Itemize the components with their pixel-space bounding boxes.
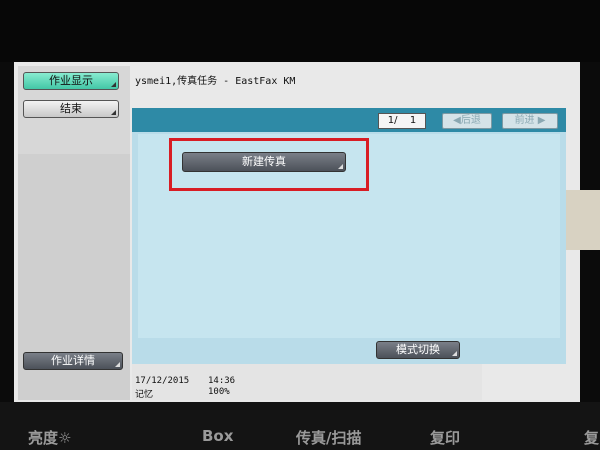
- memory-label: 记忆: [135, 390, 154, 400]
- screen-side-flap: [566, 190, 600, 250]
- status-area: 17/12/2015 14:36 记忆 100%: [132, 364, 482, 400]
- content-header-bar: 1/ 1 ◀后退 前进 ▶: [132, 108, 566, 132]
- sidebar: 作业显示 结束 作业详情: [18, 66, 130, 400]
- end-button[interactable]: 结束: [23, 100, 119, 118]
- job-display-button[interactable]: 作业显示: [23, 72, 119, 90]
- brightness-button[interactable]: 亮度☼: [28, 427, 71, 448]
- window-title: ysmei1,传真任务 - EastFax KM: [135, 76, 296, 87]
- page-current: 1/: [387, 115, 398, 126]
- mode-switch-button[interactable]: 模式切换: [376, 341, 460, 359]
- fax-scan-button[interactable]: 传真/扫描: [296, 427, 361, 448]
- edge-button[interactable]: 复: [584, 427, 600, 448]
- page-total: 1: [409, 115, 417, 126]
- page-indicator: 1/ 1: [378, 113, 426, 129]
- copy-button[interactable]: 复印: [430, 427, 460, 448]
- highlight-annotation-box: [169, 138, 369, 191]
- status-date: 17/12/2015: [135, 376, 190, 386]
- device-bezel-top: [0, 0, 600, 62]
- prev-page-button[interactable]: ◀后退: [442, 113, 492, 129]
- memory-value: 100%: [208, 387, 230, 397]
- job-details-button[interactable]: 作业详情: [23, 352, 123, 370]
- box-button[interactable]: Box: [202, 427, 233, 445]
- next-page-button[interactable]: 前进 ▶: [502, 113, 558, 129]
- hardware-button-bar: 亮度☼ Box 传真/扫描 复印 复: [0, 402, 600, 450]
- status-time: 14:36: [208, 376, 236, 386]
